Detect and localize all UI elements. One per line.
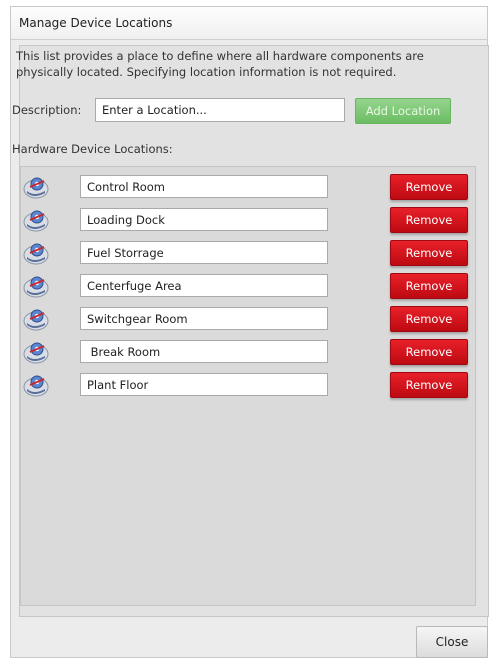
- remove-button[interactable]: Remove: [390, 306, 468, 332]
- description-input[interactable]: [95, 98, 345, 122]
- dialog-title: Manage Device Locations: [19, 16, 173, 30]
- location-name-input[interactable]: [80, 175, 328, 198]
- location-row: Remove: [22, 240, 468, 267]
- location-row: Remove: [22, 339, 468, 366]
- close-button[interactable]: Close: [416, 626, 488, 658]
- compass-location-icon: [22, 340, 52, 366]
- remove-button[interactable]: Remove: [390, 372, 468, 398]
- add-location-button[interactable]: Add Location: [355, 98, 451, 124]
- location-row: Remove: [22, 273, 468, 300]
- location-name-input[interactable]: [80, 208, 328, 231]
- location-name-input[interactable]: [80, 241, 328, 264]
- location-name-input[interactable]: [80, 340, 328, 363]
- locations-list-label: Hardware Device Locations:: [12, 142, 173, 156]
- compass-location-icon: [22, 373, 52, 399]
- dialog-titlebar: Manage Device Locations: [11, 7, 487, 40]
- intro-text: This list provides a place to define whe…: [16, 49, 424, 79]
- compass-location-icon: [22, 208, 52, 234]
- compass-location-icon: [22, 175, 52, 201]
- remove-button[interactable]: Remove: [390, 174, 468, 200]
- location-name-input[interactable]: [80, 307, 328, 330]
- remove-button[interactable]: Remove: [390, 339, 468, 365]
- compass-location-icon: [22, 307, 52, 333]
- compass-location-icon: [22, 241, 52, 267]
- description-label: Description:: [12, 103, 82, 117]
- remove-button[interactable]: Remove: [390, 207, 468, 233]
- location-row: Remove: [22, 174, 468, 201]
- location-row: Remove: [22, 207, 468, 234]
- compass-location-icon: [22, 274, 52, 300]
- location-row: Remove: [22, 372, 468, 399]
- location-name-input[interactable]: [80, 274, 328, 297]
- remove-button[interactable]: Remove: [390, 240, 468, 266]
- location-name-input[interactable]: [80, 373, 328, 396]
- location-row: Remove: [22, 306, 468, 333]
- remove-button[interactable]: Remove: [390, 273, 468, 299]
